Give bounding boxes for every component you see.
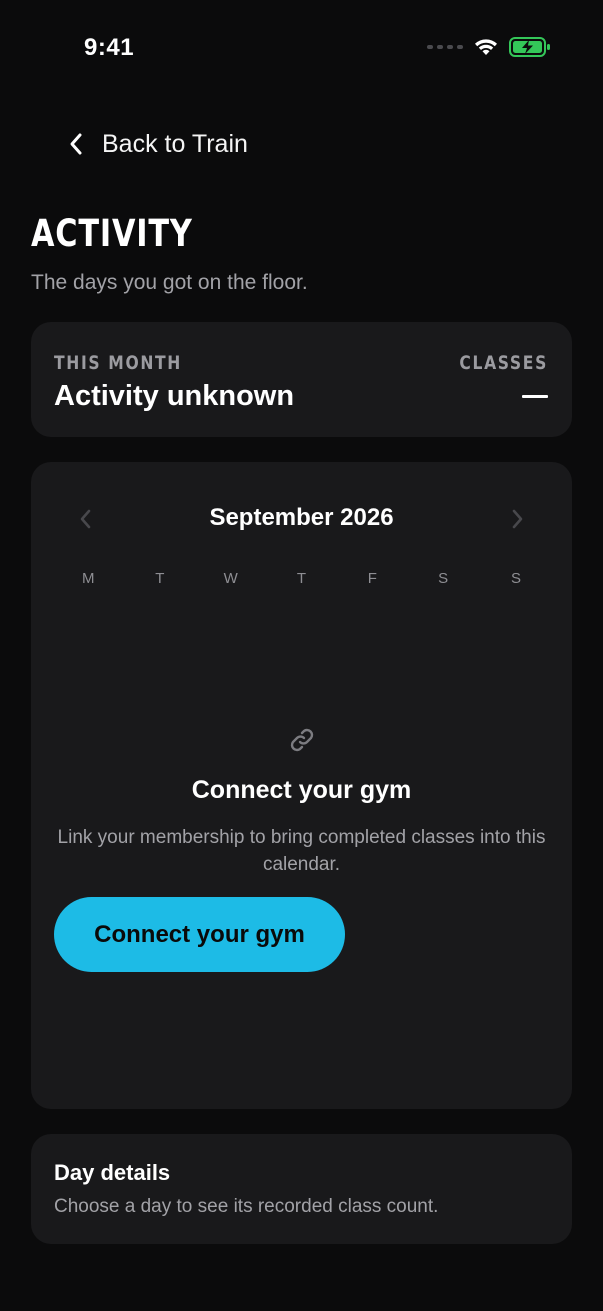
empty-state-text: Link your membership to bring completed … (57, 827, 546, 875)
back-to-train-button[interactable]: Back to Train (66, 124, 248, 164)
chevron-right-icon (512, 509, 523, 529)
status-time: 9:41 (84, 34, 135, 61)
weekday-header: M T W T F S S (54, 570, 549, 587)
weekday-label: S (510, 570, 521, 587)
cellular-signal-icon (427, 45, 463, 49)
weekday-label: W (223, 570, 238, 587)
day-details-card: Day details Choose a day to see its reco… (31, 1134, 572, 1244)
day-details-title: Day details (54, 1160, 171, 1185)
activity-status: Activity unknown (54, 380, 295, 412)
connect-gym-button[interactable]: Connect your gym (54, 897, 345, 972)
page-title: ACTIVITY (31, 212, 193, 255)
month-summary-card: THIS MONTH Activity unknown CLASSES (31, 322, 572, 437)
activity-screen: 9:41 Back to Train ACTIVITY The days you… (0, 0, 603, 1311)
chevron-left-icon (70, 133, 82, 155)
back-label: Back to Train (102, 129, 248, 158)
empty-state-title: Connect your gym (191, 776, 412, 804)
page-subtitle: The days you got on the floor. (31, 271, 308, 294)
battery-charging-icon (509, 37, 550, 57)
next-month-button[interactable] (502, 504, 532, 534)
status-icons (427, 36, 551, 58)
calendar-card: September 2026 M T W T F S S Connect you… (31, 462, 572, 1109)
classes-value (522, 395, 548, 398)
wifi-icon (475, 39, 497, 55)
classes-label: CLASSES (459, 352, 548, 374)
weekday-label: S (438, 570, 449, 587)
weekday-label: F (367, 570, 377, 587)
weekday-label: T (155, 570, 165, 587)
link-icon (290, 728, 314, 752)
weekday-label: T (296, 570, 307, 587)
status-bar: 9:41 (0, 0, 603, 96)
calendar-month-title: September 2026 (209, 504, 394, 531)
this-month-label: THIS MONTH (54, 352, 182, 374)
weekday-label: M (82, 570, 95, 587)
day-details-text: Choose a day to see its recorded class c… (54, 1196, 439, 1217)
